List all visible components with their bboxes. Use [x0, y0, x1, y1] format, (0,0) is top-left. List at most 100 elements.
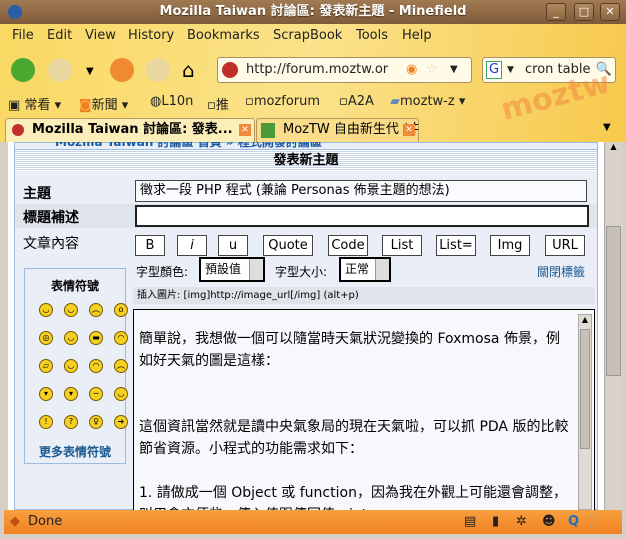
maximize-button[interactable]: □ — [574, 3, 594, 21]
smiley-icon[interactable]: o — [114, 303, 128, 317]
font-color-value: 預設值 — [205, 262, 242, 276]
font-color-select[interactable]: 預設值 — [199, 257, 265, 282]
menu-view[interactable]: View — [85, 28, 116, 43]
menu-help[interactable]: Help — [402, 28, 432, 43]
font-size-value: 正常 — [345, 262, 370, 276]
bars-icon[interactable]: ▮ — [492, 510, 499, 534]
reload-button[interactable] — [110, 58, 134, 82]
menu-scrapbook[interactable]: ScrapBook — [273, 28, 342, 43]
google-engine-icon[interactable]: G — [486, 61, 502, 79]
back-button[interactable] — [11, 58, 35, 82]
underline-button[interactable]: u — [218, 235, 248, 256]
quote-button[interactable]: Quote — [263, 235, 313, 256]
close-button[interactable]: ✕ — [600, 3, 620, 21]
url-text: http://forum.moztw.or — [246, 62, 389, 77]
tab-favicon — [261, 123, 275, 138]
tab-close-icon[interactable]: ✕ — [239, 124, 251, 136]
ordered-list-button[interactable]: List= — [436, 235, 476, 256]
menu-history[interactable]: History — [128, 28, 174, 43]
star-icon[interactable]: ☆ — [426, 58, 438, 82]
page-scrollbar[interactable]: ▲ — [604, 142, 622, 510]
bookmark-a2a[interactable]: ▫A2A — [339, 94, 374, 109]
smiley-icon[interactable]: ▱ — [39, 359, 53, 373]
smiley-icon[interactable]: ➜ — [114, 415, 128, 429]
menu-edit[interactable]: Edit — [47, 28, 72, 43]
textarea-scroll-thumb[interactable] — [580, 329, 590, 449]
bookmark-新聞[interactable]: ◙新聞 ▾ — [79, 94, 128, 113]
bookmark-mozforum[interactable]: ▫mozforum — [245, 94, 320, 109]
status-bar: ◆ Done ▤ ▮ ✲ ☻ Q ▯ — [4, 510, 622, 534]
window-title: Mozilla Taiwan 討論區: 發表新主題 - Minefield — [159, 4, 467, 19]
url-bar[interactable]: http://forum.moztw.or ◉ ☆ ▼ — [217, 57, 472, 83]
menu-bookmarks[interactable]: Bookmarks — [187, 28, 260, 43]
bookmark-常看[interactable]: ▣ 常看 ▾ — [8, 94, 61, 113]
textarea-scrollbar[interactable]: ▲ — [578, 314, 592, 510]
font-size-label: 字型大小: — [275, 265, 328, 279]
font-size-select[interactable]: 正常 — [339, 257, 391, 282]
select-arrow — [249, 259, 263, 280]
smiley-icon[interactable]: ◡ — [64, 331, 78, 345]
smiley-icon[interactable]: ─ — [89, 387, 103, 401]
stop-button[interactable] — [146, 58, 170, 82]
smiley-icon[interactable]: ︵ — [114, 359, 128, 373]
fox-icon: ◆ — [10, 514, 20, 529]
smiley-icon[interactable]: ! — [39, 415, 53, 429]
bug-icon[interactable]: ✲ — [516, 510, 527, 534]
menu-file[interactable]: File — [12, 28, 34, 43]
italic-button[interactable]: i — [177, 235, 207, 256]
history-dropdown-icon[interactable]: ▼ — [86, 66, 94, 77]
hint-bar: 插入圖片: [img]http://image_url[/img] (alt+p… — [133, 287, 595, 304]
tab-close-icon[interactable]: ✕ — [403, 124, 415, 136]
smiley-icon[interactable]: ◡ — [64, 359, 78, 373]
img-button[interactable]: Img — [490, 235, 530, 256]
sidebar-icon[interactable]: ▯ — [588, 510, 595, 534]
notes-icon[interactable]: ▤ — [464, 510, 476, 534]
tab-list-icon[interactable]: ▼ — [603, 122, 611, 133]
smiley-icon[interactable]: ? — [64, 415, 78, 429]
list-button[interactable]: List — [382, 235, 422, 256]
smiley-icon[interactable]: ◡ — [64, 303, 78, 317]
engine-dropdown-icon[interactable]: ▼ — [507, 58, 514, 82]
title-bar: Mozilla Taiwan 討論區: 發表新主題 - Minefield — [0, 0, 626, 24]
q-icon[interactable]: Q — [568, 510, 579, 534]
url-button[interactable]: URL — [545, 235, 585, 256]
tab-mozilla-taiwan[interactable]: Mozilla Taiwan 討論區: 發表... ✕ — [5, 118, 255, 142]
message-text: 簡單說，我想做一個可以隨當時天氣狀況變換的 Foxmosa 佈景，例如好天氣的圖… — [139, 328, 569, 510]
smiley-icon[interactable]: ◎ — [39, 331, 53, 345]
desc-input[interactable] — [135, 205, 589, 227]
rss-icon[interactable]: ◉ — [406, 58, 417, 82]
smiley-icon[interactable]: ▾ — [64, 387, 78, 401]
bookmark-推[interactable]: ▫推 — [207, 94, 229, 113]
tab-label: MozTW 自由新生代 (中區) | Regi... — [283, 122, 418, 137]
browser-chrome: File Edit View History Bookmarks ScrapBo… — [0, 24, 626, 142]
page-scroll-thumb[interactable] — [606, 226, 621, 376]
bookmark-l10n[interactable]: ◍L10n — [150, 94, 193, 109]
monkey-icon[interactable]: ☻ — [542, 510, 556, 534]
smiley-icon[interactable]: ◡ — [39, 303, 53, 317]
bold-button[interactable]: B — [135, 235, 165, 256]
subject-label: 主題 — [23, 186, 51, 202]
bookmark-folder-moztw-z[interactable]: ▰moztw-z ▾ — [390, 94, 465, 109]
tab-moztw-register[interactable]: MozTW 自由新生代 (中區) | Regi... ✕ — [256, 118, 419, 142]
smiley-icon[interactable]: ◠ — [89, 359, 103, 373]
smiley-icon[interactable]: ︵ — [89, 303, 103, 317]
smiley-icon[interactable]: ♀ — [89, 415, 103, 429]
smiley-icon[interactable]: ▾ — [39, 387, 53, 401]
home-icon[interactable]: ⌂ — [182, 58, 195, 82]
smiley-icon[interactable]: ◠ — [114, 331, 128, 345]
message-paragraph: 簡單說，我想做一個可以隨當時天氣狀況變換的 Foxmosa 佈景，例如好天氣的圖… — [139, 331, 560, 369]
subject-input[interactable]: 徵求一段 PHP 程式 (兼論 Personas 佈景主題的想法) — [135, 180, 587, 202]
code-button[interactable]: Code — [328, 235, 368, 256]
smiley-icon[interactable]: ◡ — [114, 387, 128, 401]
smilies-title: 表情符號 — [50, 279, 99, 293]
menu-tools[interactable]: Tools — [356, 28, 388, 43]
close-tags-link[interactable]: 關閉標籤 — [537, 263, 585, 280]
minimize-button[interactable]: _ — [546, 3, 566, 21]
message-textarea[interactable]: 簡單說，我想做一個可以隨當時天氣狀況變換的 Foxmosa 佈景，例如好天氣的圖… — [133, 309, 595, 510]
post-form: Mozilla Taiwan 討論區 首頁 » 程式開發討論區 發表新主題 主題… — [14, 142, 598, 510]
forward-button[interactable] — [48, 58, 72, 82]
smiley-icon[interactable]: ▬ — [89, 331, 103, 345]
desc-label: 標題補述 — [23, 210, 79, 226]
url-dropdown-icon[interactable]: ▼ — [450, 58, 458, 82]
more-smilies-link[interactable]: 更多表情符號 — [25, 443, 125, 460]
